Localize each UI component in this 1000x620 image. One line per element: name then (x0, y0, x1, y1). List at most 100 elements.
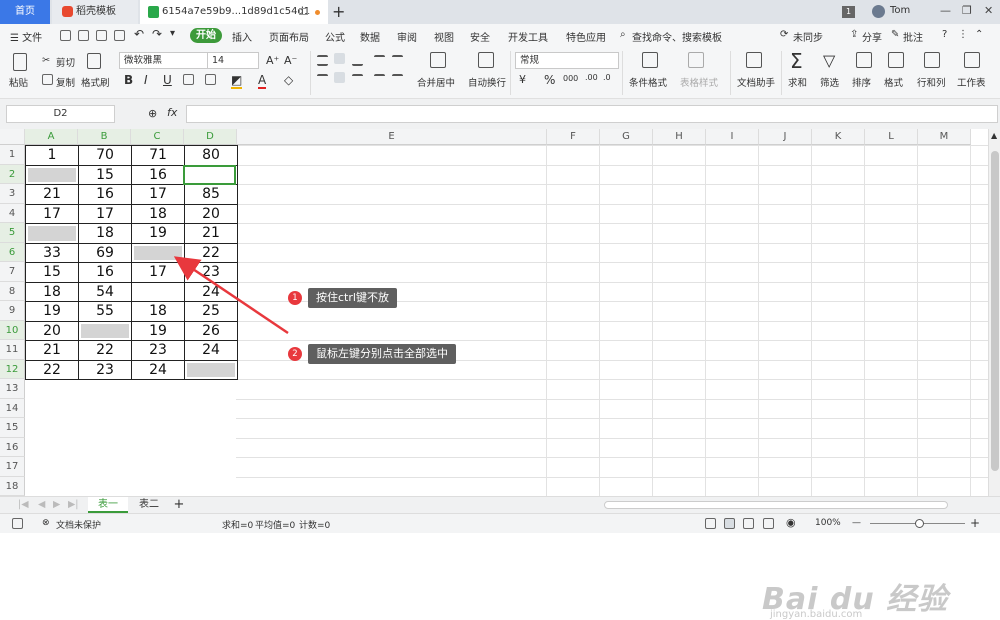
bold-button[interactable]: B (124, 73, 133, 87)
underline-button[interactable]: U (163, 73, 172, 87)
fill-color-icon[interactable]: ◩ (231, 73, 243, 89)
copy-button[interactable]: 复制 (56, 75, 75, 89)
command-search[interactable]: 查找命令、搜索模板 (632, 29, 722, 44)
scroll-up-icon[interactable]: ▲ (991, 131, 997, 140)
merge-center-button[interactable]: 合并居中 (417, 75, 455, 89)
filter-button[interactable]: 筛选 (820, 75, 839, 89)
sum-button[interactable]: 求和 (788, 75, 807, 89)
distribute-icon[interactable] (392, 74, 403, 85)
wrap-text-button[interactable]: 自动换行 (468, 75, 506, 89)
undo-icon[interactable]: ↶ (134, 27, 144, 41)
annotate-button[interactable]: 批注 (903, 29, 923, 44)
monitor-icon[interactable] (299, 8, 308, 15)
vertical-scrollbar[interactable]: ▲ (988, 129, 1000, 496)
tab-document[interactable]: 6154a7e59b9...1d89d1c54d1 (140, 0, 328, 24)
cut-button[interactable]: 剪切 (56, 55, 75, 69)
align-middle-icon[interactable] (334, 53, 345, 64)
menu-review[interactable]: 审阅 (397, 29, 417, 44)
next-sheet-icon[interactable]: ▶ (53, 499, 60, 510)
horizontal-scrollbar[interactable] (604, 501, 948, 509)
restore-button[interactable]: ❐ (962, 4, 972, 17)
collapse-ribbon-icon[interactable]: ⌃ (975, 29, 983, 40)
align-left-icon[interactable] (317, 74, 328, 85)
prev-sheet-icon[interactable]: ◀ (38, 499, 45, 510)
grow-font-icon[interactable]: A⁺ (266, 54, 279, 67)
font-size-select[interactable]: 14 (207, 52, 259, 69)
indent-increase-icon[interactable] (392, 55, 403, 66)
share-button[interactable]: 分享 (862, 29, 882, 44)
fx-icon[interactable]: fx (167, 106, 177, 119)
menu-developer[interactable]: 开发工具 (508, 29, 548, 44)
layout-icon[interactable] (12, 518, 23, 529)
zoom-out-button[interactable]: — (852, 518, 861, 528)
page-break-view-icon[interactable] (743, 518, 754, 529)
window-count-badge[interactable]: 1 (842, 6, 855, 18)
save-icon[interactable] (60, 30, 71, 41)
percent-button[interactable]: % (544, 73, 555, 87)
zoom-slider-handle[interactable] (915, 519, 924, 528)
increase-decimal-icon[interactable]: .00 (585, 73, 598, 82)
align-right-icon[interactable] (352, 74, 363, 85)
format-button[interactable]: 格式 (884, 75, 903, 89)
redo-icon[interactable]: ↷ (152, 27, 162, 41)
paste-icon[interactable] (13, 53, 27, 71)
export-icon[interactable] (114, 30, 125, 41)
menu-page-layout[interactable]: 页面布局 (269, 29, 309, 44)
indent-decrease-icon[interactable] (374, 55, 385, 66)
doc-helper-button[interactable]: 文档助手 (737, 75, 775, 89)
italic-button[interactable]: I (144, 73, 148, 87)
close-button[interactable]: ✕ (984, 4, 993, 17)
menu-insert[interactable]: 插入 (232, 29, 252, 44)
protection-status[interactable]: 文档未保护 (56, 518, 101, 531)
sheet-tab-1[interactable]: 表一 (88, 497, 128, 513)
menu-data[interactable]: 数据 (360, 29, 380, 44)
sheet-tab-2[interactable]: 表二 (130, 497, 168, 513)
first-sheet-icon[interactable]: |◀ (18, 499, 29, 510)
vertical-scroll-thumb[interactable] (991, 151, 999, 471)
add-sheet-button[interactable]: + (170, 497, 188, 513)
clear-format-icon[interactable]: ◇ (284, 73, 293, 87)
border-icon[interactable] (205, 74, 216, 85)
number-format-select[interactable]: 常规 (515, 52, 619, 69)
decrease-decimal-icon[interactable]: .0 (603, 73, 611, 82)
spreadsheet-grid[interactable]: ABCDEFGHIJKLM 1 2 3 4 5 6 7 8 9 10 11 12 13 14 15 16 17 1… (0, 129, 1000, 620)
format-painter-button[interactable]: 格式刷 (81, 75, 110, 89)
name-box[interactable]: D2 (6, 105, 115, 123)
menu-start[interactable]: 开始 (190, 28, 222, 43)
thousands-button[interactable]: 000 (563, 74, 578, 83)
print-preview-icon[interactable] (96, 30, 107, 41)
formula-input[interactable] (186, 105, 998, 123)
menu-special[interactable]: 特色应用 (566, 29, 606, 44)
align-bottom-icon[interactable] (352, 55, 363, 66)
tab-home[interactable]: 首页 (0, 0, 50, 24)
normal-view-icon[interactable] (724, 518, 735, 529)
tab-docer-templates[interactable]: 稻壳模板 (52, 0, 138, 24)
align-top-icon[interactable] (317, 55, 328, 66)
zoom-in-button[interactable]: + (970, 516, 980, 530)
minimize-button[interactable]: — (940, 4, 951, 17)
sort-button[interactable]: 排序 (852, 75, 871, 89)
avatar[interactable] (872, 5, 885, 18)
menu-security[interactable]: 安全 (470, 29, 490, 44)
help-button[interactable]: ? (942, 29, 947, 40)
zoom-icon[interactable]: ⊕ (148, 107, 157, 120)
align-center-icon[interactable] (334, 72, 345, 83)
user-name[interactable]: Tom (890, 5, 910, 16)
font-color-icon[interactable]: A (258, 73, 267, 89)
print-icon[interactable] (78, 30, 89, 41)
eye-icon[interactable]: ◉ (786, 516, 796, 529)
add-tab-button[interactable]: + (332, 2, 345, 21)
zoom-level[interactable]: 100% (815, 518, 841, 528)
eye-protection-icon[interactable] (705, 518, 716, 529)
conditional-format-button[interactable]: 条件格式 (629, 75, 667, 89)
menu-formula[interactable]: 公式 (325, 29, 345, 44)
shrink-font-icon[interactable]: A⁻ (284, 54, 297, 67)
sync-status[interactable]: 未同步 (793, 29, 823, 44)
currency-icon[interactable]: ¥ (519, 73, 526, 86)
worksheet-button[interactable]: 工作表 (957, 75, 986, 89)
paste-button[interactable]: 粘贴 (9, 75, 28, 89)
last-sheet-icon[interactable]: ▶| (68, 499, 79, 510)
table-style-button[interactable]: 表格样式 (680, 75, 718, 89)
menu-view[interactable]: 视图 (434, 29, 454, 44)
row-col-button[interactable]: 行和列 (917, 75, 946, 89)
